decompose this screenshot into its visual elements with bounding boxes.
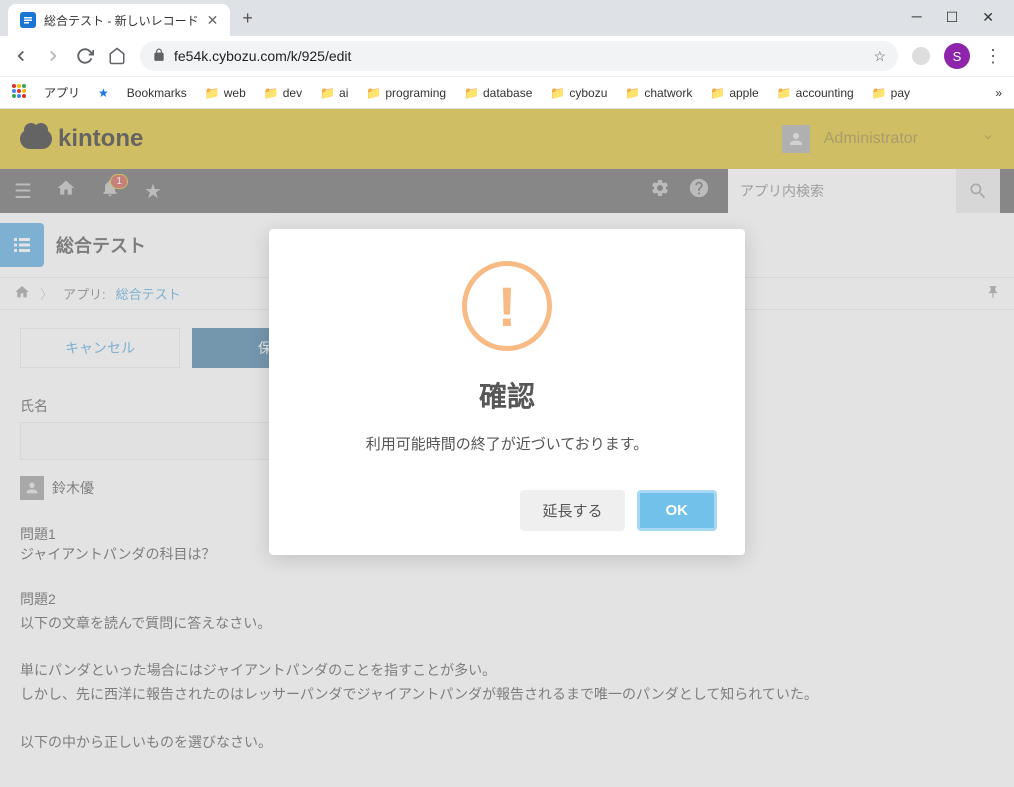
folder-icon: 📁 — [625, 86, 640, 100]
tab-title: 総合テスト - 新しいレコード — [44, 12, 199, 29]
tab-close-icon[interactable]: ✕ — [207, 12, 219, 29]
bookmark-folder-web[interactable]: 📁web — [205, 86, 246, 100]
tab-bar: 総合テスト - 新しいレコード ✕ + ─ ☐ ✕ — [0, 0, 1014, 36]
folder-icon: 📁 — [550, 86, 565, 100]
folder-icon: 📁 — [464, 86, 479, 100]
folder-icon: 📁 — [710, 86, 725, 100]
folder-icon: 📁 — [872, 86, 887, 100]
folder-icon: 📁 — [777, 86, 792, 100]
modal-extend-button[interactable]: 延長する — [520, 490, 624, 531]
modal-overlay: ! 確認 利用可能時間の終了が近づいております。 延長する OK — [0, 109, 1014, 787]
bookmark-star-icon[interactable]: ☆ — [873, 48, 886, 65]
bookmark-folder-apple[interactable]: 📁apple — [710, 86, 758, 100]
minimize-icon[interactable]: ─ — [912, 10, 922, 27]
window-controls: ─ ☐ ✕ — [912, 10, 1014, 27]
folder-icon: 📁 — [320, 86, 335, 100]
chrome-menu-icon[interactable]: ⋮ — [984, 46, 1002, 67]
folder-icon: 📁 — [366, 86, 381, 100]
browser-chrome: 総合テスト - 新しいレコード ✕ + ─ ☐ ✕ fe54k.cybozu.c… — [0, 0, 1014, 109]
tab-favicon-icon — [20, 12, 36, 28]
bookmarks-label[interactable]: Bookmarks — [127, 86, 187, 100]
forward-icon[interactable] — [44, 47, 62, 65]
profile-avatar[interactable]: S — [944, 43, 970, 69]
bookmarks-bar: アプリ ★ Bookmarks 📁web 📁dev 📁ai 📁programin… — [0, 76, 1014, 108]
apps-grid-icon[interactable] — [12, 84, 26, 101]
close-window-icon[interactable]: ✕ — [982, 10, 994, 27]
browser-tab[interactable]: 総合テスト - 新しいレコード ✕ — [8, 4, 230, 36]
bookmark-folder-ai[interactable]: 📁ai — [320, 86, 348, 100]
modal-ok-button[interactable]: OK — [637, 490, 718, 531]
bookmarks-star-icon: ★ — [98, 86, 109, 100]
bookmark-folder-pay[interactable]: 📁pay — [872, 86, 910, 100]
new-tab-icon[interactable]: + — [242, 8, 253, 29]
nav-bar: fe54k.cybozu.com/k/925/edit ☆ S ⋮ — [0, 36, 1014, 76]
extension-icon[interactable] — [912, 47, 930, 65]
maximize-icon[interactable]: ☐ — [946, 10, 959, 27]
url-bar[interactable]: fe54k.cybozu.com/k/925/edit ☆ — [140, 41, 898, 71]
reload-icon[interactable] — [76, 47, 94, 65]
folder-icon: 📁 — [264, 86, 279, 100]
back-icon[interactable] — [12, 47, 30, 65]
bookmark-folder-dev[interactable]: 📁dev — [264, 86, 302, 100]
url-text: fe54k.cybozu.com/k/925/edit — [174, 48, 351, 64]
folder-icon: 📁 — [205, 86, 220, 100]
bookmark-folder-chatwork[interactable]: 📁chatwork — [625, 86, 692, 100]
modal-message: 利用可能時間の終了が近づいております。 — [297, 433, 717, 454]
lock-icon — [152, 48, 166, 65]
apps-label[interactable]: アプリ — [44, 84, 80, 101]
bookmark-folder-cybozu[interactable]: 📁cybozu — [550, 86, 607, 100]
modal-title: 確認 — [297, 375, 717, 415]
warning-icon: ! — [462, 261, 552, 351]
modal-buttons: 延長する OK — [297, 490, 717, 531]
bookmark-folder-programing[interactable]: 📁programing — [366, 86, 446, 100]
bookmark-folder-accounting[interactable]: 📁accounting — [777, 86, 854, 100]
confirm-modal: ! 確認 利用可能時間の終了が近づいております。 延長する OK — [269, 229, 745, 555]
home-nav-icon[interactable] — [108, 47, 126, 65]
bookmark-folder-database[interactable]: 📁database — [464, 86, 532, 100]
bookmarks-overflow-icon[interactable]: » — [995, 86, 1002, 100]
